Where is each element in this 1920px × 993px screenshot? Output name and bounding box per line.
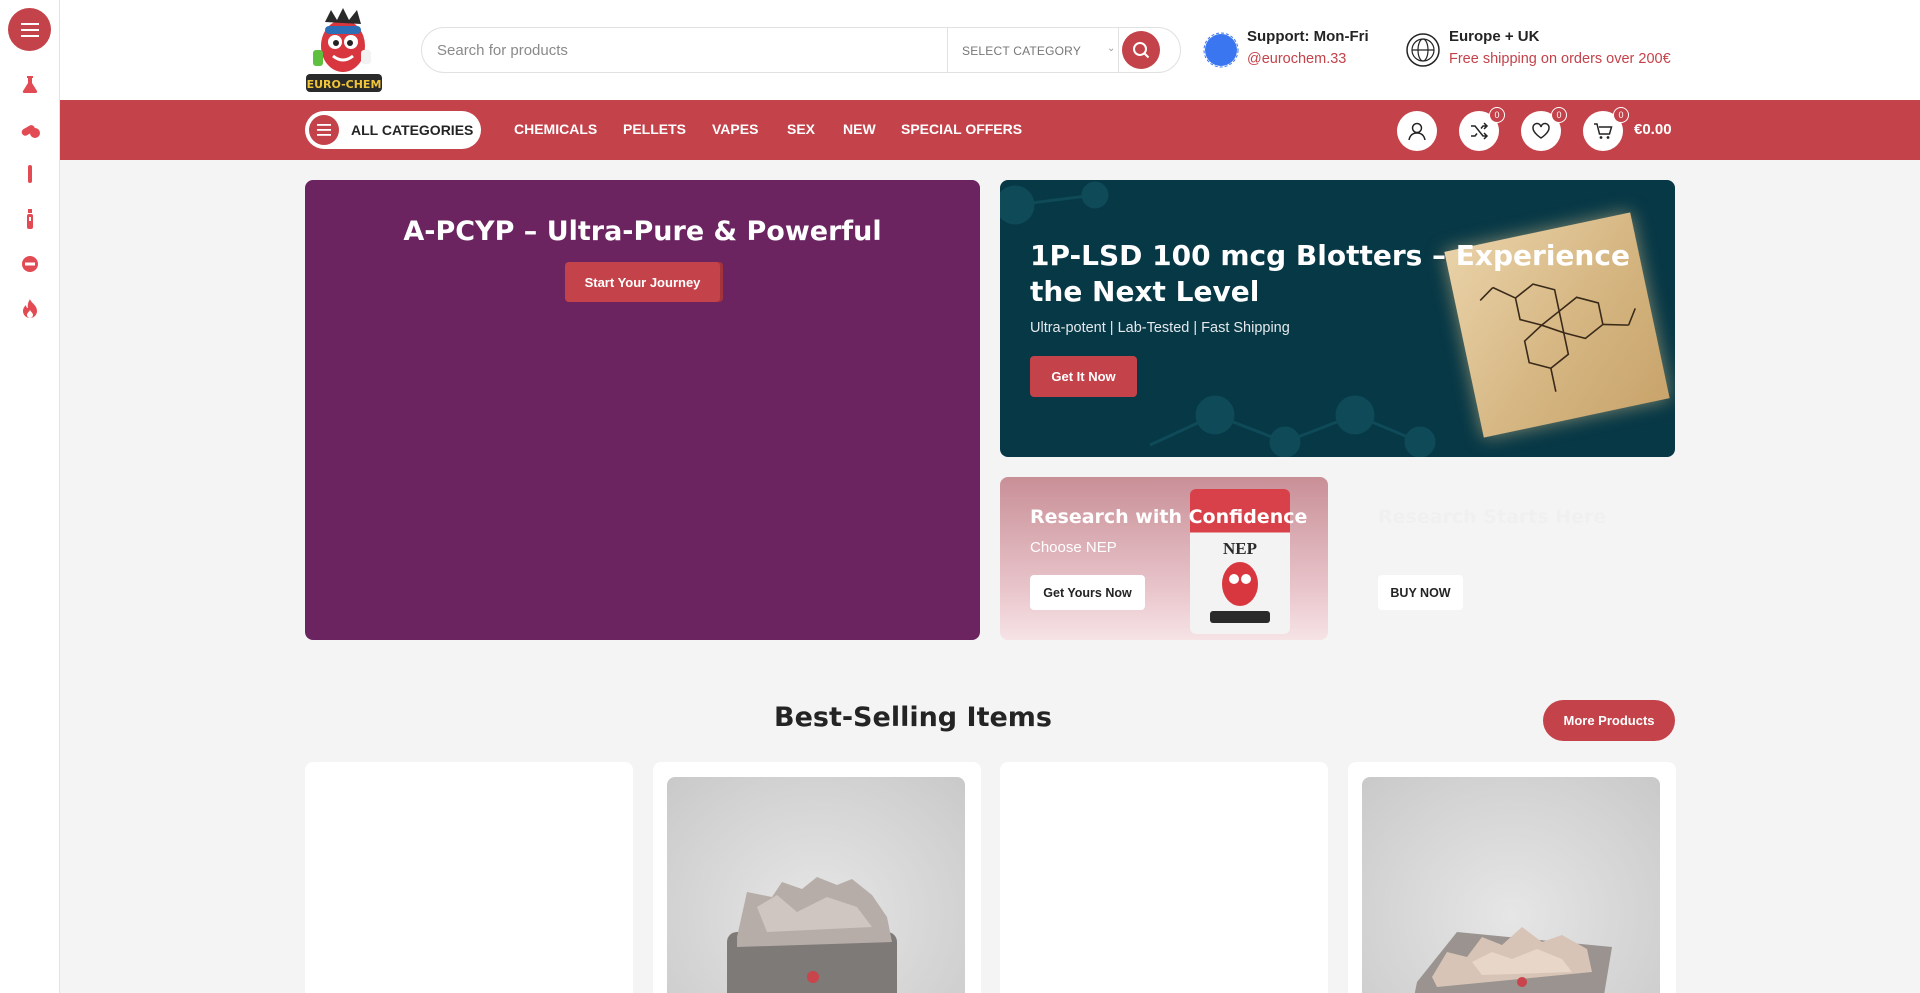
banner-subtitle: Choose NEP — [1030, 539, 1117, 556]
banner-title: A-PCYP – Ultra-Pure & Powerful — [403, 216, 882, 247]
promo-banner-nep: NEP Research with Confidence Choose NEP … — [1000, 477, 1328, 640]
product-image[interactable] — [1362, 777, 1660, 993]
compare-count: 0 — [1489, 107, 1505, 123]
cart-icon — [1594, 123, 1613, 139]
side-toolbar — [0, 0, 60, 993]
get-it-now-button[interactable]: Get It Now — [1030, 356, 1137, 397]
category-select[interactable]: SELECT CATEGORY — [962, 44, 1081, 58]
region-info: Europe + UK Free shipping on orders over… — [1405, 26, 1685, 72]
site-logo[interactable]: EURO-CHEM — [305, 6, 383, 94]
menu-icon — [20, 22, 39, 37]
get-yours-now-button[interactable]: Get Yours Now — [1030, 575, 1145, 610]
search-button[interactable] — [1122, 31, 1160, 69]
nav-link-chemicals[interactable]: CHEMICALS — [514, 121, 597, 137]
wishlist-count: 0 — [1551, 107, 1567, 123]
product-card[interactable] — [653, 762, 981, 993]
pills-icon[interactable] — [18, 117, 42, 141]
product-image[interactable] — [667, 777, 965, 993]
product-card[interactable] — [1000, 762, 1328, 993]
test-tube-icon[interactable] — [18, 162, 42, 186]
nav-link-special-offers[interactable]: SPECIAL OFFERS — [901, 121, 1022, 137]
nav-link-pellets[interactable]: PELLETS — [623, 121, 686, 137]
section-title: Best-Selling Items — [773, 702, 1052, 733]
menu-icon — [309, 115, 339, 145]
search-bar: Search for products SELECT CATEGORY ⌄ — [421, 27, 1181, 73]
buy-now-button[interactable]: BUY NOW — [1378, 575, 1463, 610]
hero-banner-lsd: 1P-LSD 100 mcg Blotters – Experience the… — [1000, 180, 1675, 457]
banner-title: 1P-LSD 100 mcg Blotters – Experience the… — [1030, 239, 1630, 308]
svg-text:EURO-CHEM: EURO-CHEM — [307, 78, 382, 91]
divider — [947, 28, 948, 72]
nav-link-vapes[interactable]: VAPES — [712, 121, 758, 137]
cart-total[interactable]: €0.00 — [1634, 121, 1672, 138]
banner-title: Research Starts Here — [1378, 506, 1607, 528]
account-button[interactable] — [1397, 111, 1437, 151]
all-categories-label: ALL CATEGORIES — [351, 122, 474, 138]
hero-banner-apcyp: A-PCYP – Ultra-Pure & Powerful Start You… — [305, 180, 980, 640]
user-icon — [1408, 122, 1426, 141]
more-products-button[interactable]: More Products — [1543, 700, 1675, 741]
support-handle[interactable]: @eurochem.33 — [1247, 51, 1346, 67]
chevron-down-icon: ⌄ — [1107, 43, 1116, 54]
fire-icon[interactable] — [18, 297, 42, 321]
support-info[interactable]: Support: Mon-Fri @eurochem.33 — [1203, 26, 1413, 72]
flask-icon[interactable] — [18, 72, 42, 96]
compare-button[interactable]: 0 — [1459, 107, 1505, 151]
vape-icon[interactable] — [18, 207, 42, 231]
nav-link-sex[interactable]: SEX — [787, 121, 815, 137]
banner-title: Research with Confidence — [1030, 506, 1308, 528]
nav-link-new[interactable]: NEW — [843, 121, 876, 137]
support-title: Support: Mon-Fri — [1247, 28, 1369, 45]
region-title: Europe + UK — [1449, 28, 1540, 45]
globe-icon — [1406, 33, 1440, 67]
search-input[interactable]: Search for products — [437, 42, 568, 59]
shipping-notice: Free shipping on orders over 200€ — [1449, 51, 1671, 67]
product-card[interactable] — [1348, 762, 1676, 993]
search-icon — [1133, 42, 1150, 59]
banner-subtitle: Ultra-potent | Lab-Tested | Fast Shippin… — [1030, 320, 1290, 336]
no-entry-icon[interactable] — [18, 252, 42, 276]
divider — [1118, 28, 1119, 72]
menu-toggle-button[interactable] — [8, 8, 51, 51]
product-card[interactable] — [305, 762, 633, 993]
all-categories-button[interactable]: ALL CATEGORIES — [305, 111, 481, 149]
promo-banner-research: Research Starts Here BUY NOW — [1348, 477, 1675, 640]
shuffle-icon — [1471, 122, 1489, 140]
start-journey-button[interactable]: Start Your Journey — [565, 262, 720, 302]
cart-button[interactable]: 0 — [1583, 107, 1629, 151]
cart-count: 0 — [1613, 107, 1629, 123]
wishlist-button[interactable]: 0 — [1521, 107, 1567, 151]
heart-icon — [1532, 122, 1550, 139]
header-top: EURO-CHEM Search for products SELECT CAT… — [60, 0, 1920, 100]
main-nav: ALL CATEGORIES CHEMICALS PELLETS VAPES S… — [60, 100, 1920, 160]
signal-chat-icon — [1203, 32, 1239, 68]
